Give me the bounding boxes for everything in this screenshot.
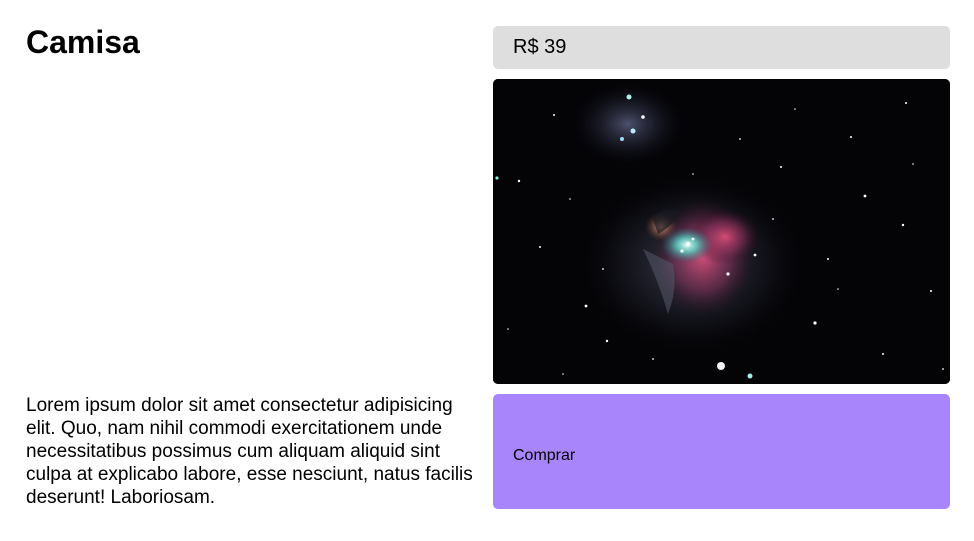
buy-button[interactable]: Comprar — [493, 394, 950, 509]
nebula-image — [493, 79, 950, 384]
price-display: R$ 39 — [493, 26, 950, 69]
product-image — [493, 79, 950, 384]
product-title: Camisa — [26, 24, 140, 60]
price-text: R$ 39 — [513, 36, 567, 58]
product-description: Lorem ipsum dolor sit amet consectetur a… — [26, 395, 473, 508]
